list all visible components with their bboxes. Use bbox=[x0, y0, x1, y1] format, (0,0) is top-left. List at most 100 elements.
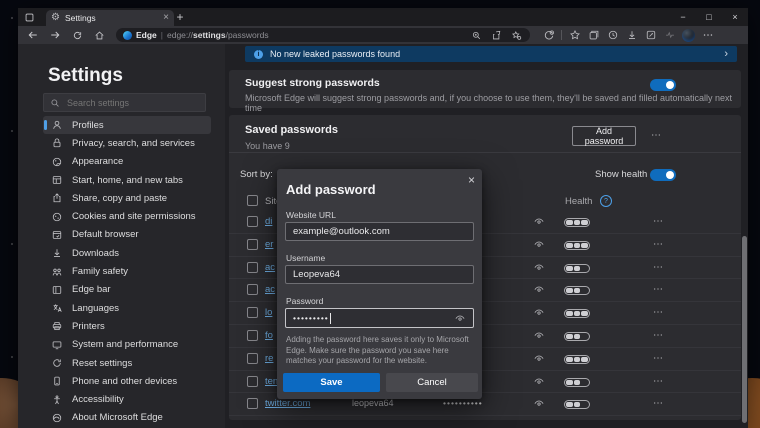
dialog-close-icon[interactable]: × bbox=[468, 173, 475, 187]
sidebar-item-privacy-search-and-services[interactable]: Privacy, search, and services bbox=[43, 134, 211, 152]
username-field[interactable] bbox=[285, 265, 474, 284]
row-more-icon[interactable]: ⋯ bbox=[653, 399, 664, 409]
reveal-password-eye-icon[interactable] bbox=[533, 261, 545, 273]
row-checkbox[interactable] bbox=[247, 330, 258, 341]
add-favorite-icon[interactable] bbox=[510, 29, 523, 42]
row-more-icon[interactable]: ⋯ bbox=[653, 331, 664, 341]
profile-avatar[interactable] bbox=[682, 29, 695, 42]
close-button[interactable]: × bbox=[722, 8, 748, 26]
show-password-eye-icon[interactable] bbox=[454, 312, 466, 324]
send-tab-icon[interactable] bbox=[490, 29, 503, 42]
back-icon[interactable] bbox=[24, 28, 42, 42]
health-indicator bbox=[564, 218, 590, 227]
site-link[interactable]: fo bbox=[265, 330, 273, 341]
reveal-password-eye-icon[interactable] bbox=[533, 283, 545, 295]
site-link[interactable]: di bbox=[265, 216, 272, 227]
refresh-icon[interactable] bbox=[68, 28, 86, 42]
cancel-button[interactable]: Cancel bbox=[386, 373, 478, 392]
health-help-icon[interactable]: ? bbox=[600, 195, 612, 207]
reveal-password-eye-icon[interactable] bbox=[533, 238, 545, 250]
row-checkbox[interactable] bbox=[247, 216, 258, 227]
sidebar-item-cookies-and-site-permissions[interactable]: Cookies and site permissions bbox=[43, 207, 211, 225]
sidebar-item-edge-bar[interactable]: Edge bar bbox=[43, 281, 211, 299]
row-checkbox[interactable] bbox=[247, 239, 258, 250]
reveal-password-eye-icon[interactable] bbox=[533, 375, 545, 387]
site-link[interactable]: ac bbox=[265, 262, 275, 273]
sidebar-item-start-home-and-new-tabs[interactable]: Start, home, and new tabs bbox=[43, 171, 211, 189]
show-health-toggle[interactable] bbox=[650, 169, 676, 181]
more-menu-icon[interactable] bbox=[701, 29, 714, 42]
row-more-icon[interactable]: ⋯ bbox=[653, 240, 664, 250]
refresh-clock-icon[interactable] bbox=[542, 29, 555, 42]
forward-icon[interactable] bbox=[46, 28, 64, 42]
suggest-description: Microsoft Edge will suggest strong passw… bbox=[245, 93, 741, 113]
minimize-button[interactable]: − bbox=[670, 8, 696, 26]
web-capture-icon[interactable] bbox=[644, 29, 657, 42]
search-input[interactable] bbox=[65, 97, 199, 109]
site-link[interactable]: ac bbox=[265, 284, 275, 295]
scrollbar-thumb[interactable] bbox=[742, 236, 747, 423]
sidebar-item-languages[interactable]: Languages bbox=[43, 299, 211, 317]
reveal-password-eye-icon[interactable] bbox=[533, 352, 545, 364]
zoom-icon[interactable] bbox=[470, 29, 483, 42]
home-icon[interactable] bbox=[90, 28, 108, 42]
row-checkbox[interactable] bbox=[247, 284, 258, 295]
site-link[interactable]: er bbox=[265, 239, 273, 250]
sidebar-item-reset-settings[interactable]: Reset settings bbox=[43, 354, 211, 372]
site-link[interactable]: lo bbox=[265, 307, 272, 318]
site-link[interactable]: twitter.com bbox=[265, 398, 310, 409]
tab-settings[interactable]: ⚙ Settings × bbox=[46, 10, 174, 26]
sidebar-item-profiles[interactable]: Profiles bbox=[43, 116, 211, 134]
tab-close-icon[interactable]: × bbox=[163, 13, 169, 23]
sidebar-item-accessibility[interactable]: Accessibility bbox=[43, 390, 211, 408]
new-tab-button[interactable]: + bbox=[170, 8, 190, 26]
essentials-icon[interactable] bbox=[663, 29, 676, 42]
row-checkbox[interactable] bbox=[247, 398, 258, 409]
saved-passwords-more-icon[interactable]: ⋯ bbox=[651, 131, 662, 141]
row-more-icon[interactable]: ⋯ bbox=[653, 263, 664, 273]
row-more-icon[interactable]: ⋯ bbox=[653, 308, 664, 318]
row-checkbox[interactable] bbox=[247, 307, 258, 318]
search-box[interactable] bbox=[43, 93, 206, 112]
row-more-icon[interactable]: ⋯ bbox=[653, 354, 664, 364]
reveal-password-eye-icon[interactable] bbox=[533, 306, 545, 318]
cookie-icon bbox=[51, 211, 63, 223]
sidebar-item-family-safety[interactable]: Family safety bbox=[43, 262, 211, 280]
website-url-field[interactable] bbox=[285, 222, 474, 241]
row-more-icon[interactable]: ⋯ bbox=[653, 377, 664, 387]
collections-icon[interactable] bbox=[587, 29, 600, 42]
row-more-icon[interactable]: ⋯ bbox=[653, 285, 664, 295]
select-all-checkbox[interactable] bbox=[247, 195, 258, 206]
add-password-button[interactable]: Add password bbox=[572, 126, 636, 146]
row-checkbox[interactable] bbox=[247, 262, 258, 273]
favorites-icon[interactable] bbox=[568, 29, 581, 42]
row-more-icon[interactable]: ⋯ bbox=[653, 217, 664, 227]
show-health-label: Show health bbox=[595, 169, 647, 180]
reveal-password-eye-icon[interactable] bbox=[533, 215, 545, 227]
leaked-passwords-banner[interactable]: i No new leaked passwords found › bbox=[245, 46, 737, 62]
sidebar-item-default-browser[interactable]: Default browser bbox=[43, 226, 211, 244]
sidebar-item-share-copy-and-paste[interactable]: Share, copy and paste bbox=[43, 189, 211, 207]
sidebar-item-printers[interactable]: Printers bbox=[43, 317, 211, 335]
history-icon[interactable] bbox=[606, 29, 619, 42]
maximize-button[interactable]: □ bbox=[696, 8, 722, 26]
sidebar-item-about-microsoft-edge[interactable]: About Microsoft Edge bbox=[43, 409, 211, 427]
suggest-passwords-toggle[interactable] bbox=[650, 79, 676, 91]
reveal-password-eye-icon[interactable] bbox=[533, 329, 545, 341]
tab-actions-icon[interactable] bbox=[18, 8, 40, 26]
save-button[interactable]: Save bbox=[283, 373, 380, 392]
sidebar-item-appearance[interactable]: Appearance bbox=[43, 153, 211, 171]
printer-icon bbox=[51, 320, 63, 332]
sidebar-item-phone-and-other-devices[interactable]: Phone and other devices bbox=[43, 372, 211, 390]
scrollbar-track[interactable] bbox=[742, 80, 747, 428]
row-checkbox[interactable] bbox=[247, 353, 258, 364]
row-checkbox[interactable] bbox=[247, 376, 258, 387]
site-link[interactable]: re bbox=[265, 353, 273, 364]
health-column-header: Health bbox=[565, 196, 592, 207]
password-field[interactable]: ••••••••• bbox=[285, 308, 474, 328]
downloads-icon[interactable] bbox=[625, 29, 638, 42]
sidebar-item-system-and-performance[interactable]: System and performance bbox=[43, 336, 211, 354]
sidebar-item-downloads[interactable]: Downloads bbox=[43, 244, 211, 262]
reveal-password-eye-icon[interactable] bbox=[533, 397, 545, 409]
address-bar[interactable]: Edge | edge://settings/passwords bbox=[116, 28, 530, 42]
